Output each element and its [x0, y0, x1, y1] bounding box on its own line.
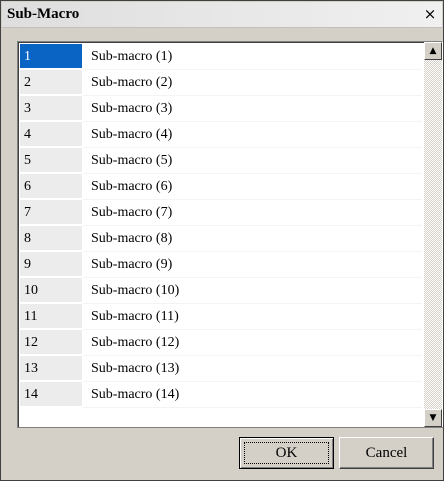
list-item[interactable]: 4 Sub-macro (4) — [20, 122, 422, 148]
item-index: 8 — [20, 226, 83, 251]
list-rows: 1 Sub-macro (1) 2 Sub-macro (2) 3 Sub-macro (… — [20, 44, 422, 408]
sub-macro-dialog: Sub-Macro × 1 Sub-macro (1) 2 Sub-macro (2)… — [0, 0, 444, 481]
item-index: 4 — [20, 122, 83, 147]
item-index: 12 — [20, 330, 83, 355]
item-name: Sub-macro (12) — [83, 330, 422, 356]
arrow-up-icon: ▲ — [429, 46, 437, 56]
item-index: 6 — [20, 174, 83, 199]
list-item[interactable]: 8 Sub-macro (8) — [20, 226, 422, 252]
list-item[interactable]: 5 Sub-macro (5) — [20, 148, 422, 174]
item-name: Sub-macro (9) — [83, 252, 422, 278]
list-item[interactable]: 9 Sub-macro (9) — [20, 252, 422, 278]
list-item[interactable]: 3 Sub-macro (3) — [20, 96, 422, 122]
item-name: Sub-macro (6) — [83, 174, 422, 200]
item-name: Sub-macro (3) — [83, 96, 422, 122]
footer-divider — [17, 427, 443, 428]
list-item[interactable]: 12 Sub-macro (12) — [20, 330, 422, 356]
list-item[interactable]: 14 Sub-macro (14) — [20, 382, 422, 408]
item-index: 5 — [20, 148, 83, 173]
list-item[interactable]: 10 Sub-macro (10) — [20, 278, 422, 304]
item-index: 2 — [20, 70, 83, 95]
item-name: Sub-macro (8) — [83, 226, 422, 252]
list-item[interactable]: 7 Sub-macro (7) — [20, 200, 422, 226]
ok-button[interactable]: OK — [239, 437, 334, 469]
sub-macro-list[interactable]: 1 Sub-macro (1) 2 Sub-macro (2) 3 Sub-macro (… — [17, 41, 443, 428]
item-index: 11 — [20, 304, 83, 329]
item-name: Sub-macro (7) — [83, 200, 422, 226]
item-index: 1 — [20, 44, 83, 69]
list-item[interactable]: 6 Sub-macro (6) — [20, 174, 422, 200]
close-icon[interactable]: × — [421, 5, 439, 23]
item-name: Sub-macro (4) — [83, 122, 422, 148]
scroll-down-button[interactable]: ▼ — [424, 409, 442, 427]
item-index: 14 — [20, 382, 83, 407]
list-item[interactable]: 13 Sub-macro (13) — [20, 356, 422, 382]
item-name: Sub-macro (2) — [83, 70, 422, 96]
scroll-up-button[interactable]: ▲ — [424, 42, 442, 60]
item-name: Sub-macro (5) — [83, 148, 422, 174]
window-title: Sub-Macro — [7, 6, 80, 22]
focus-rect — [244, 442, 329, 464]
item-name: Sub-macro (14) — [83, 382, 422, 408]
item-index: 9 — [20, 252, 83, 277]
cancel-button-label: Cancel — [365, 444, 408, 461]
item-index: 7 — [20, 200, 83, 225]
item-name: Sub-macro (11) — [83, 304, 422, 330]
cancel-button[interactable]: Cancel — [339, 437, 434, 469]
vertical-scrollbar[interactable]: ▲ ▼ — [424, 42, 442, 427]
item-name: Sub-macro (1) — [83, 44, 422, 70]
item-index: 10 — [20, 278, 83, 303]
list-item[interactable]: 2 Sub-macro (2) — [20, 70, 422, 96]
item-name: Sub-macro (13) — [83, 356, 422, 382]
item-index: 3 — [20, 96, 83, 121]
item-index: 13 — [20, 356, 83, 381]
list-item[interactable]: 1 Sub-macro (1) — [20, 44, 422, 70]
list-item[interactable]: 11 Sub-macro (11) — [20, 304, 422, 330]
title-bar[interactable]: Sub-Macro × — [2, 2, 442, 28]
arrow-down-icon: ▼ — [429, 413, 437, 423]
item-name: Sub-macro (10) — [83, 278, 422, 304]
